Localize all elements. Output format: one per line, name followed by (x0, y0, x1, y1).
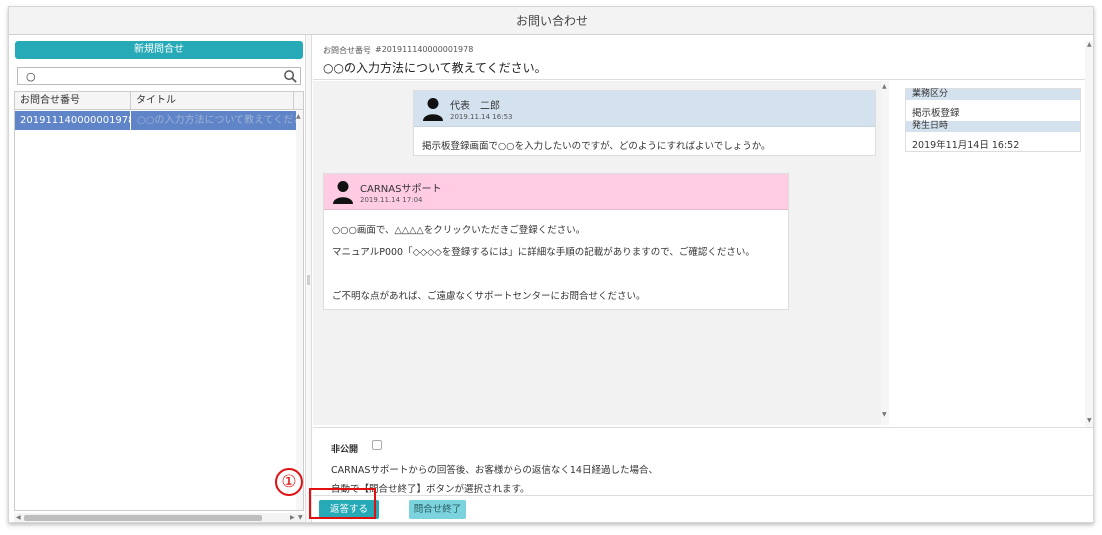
scroll-down-icon[interactable]: ▼ (882, 411, 887, 418)
message-header: CARNASサポート 2019.11.14 17:04 (324, 174, 788, 210)
message-sender: CARNASサポート (360, 184, 442, 195)
scrollbar-thumb[interactable] (24, 515, 262, 521)
scroll-left-icon[interactable]: ◀ (16, 513, 21, 522)
scroll-right-icon[interactable]: ▶ (290, 513, 295, 522)
end-inquiry-button[interactable]: 問合せ終了 (409, 500, 466, 519)
message-header: 代表 二郎 2019.11.14 16:53 (414, 91, 875, 127)
window-title: お問い合わせ (9, 7, 1093, 35)
inquiry-list-pane: 新規問合せ ○ お問合せ番号 タイトル 201911140000001978 ○… (9, 35, 306, 522)
splitter-grip[interactable] (307, 275, 310, 285)
private-label: 非公開 (331, 445, 359, 455)
private-checkbox[interactable] (372, 440, 382, 450)
message-body-line: ○○○画面で、△△△△をクリックいただきご登録ください。 (332, 225, 586, 236)
inquiry-grid: お問合せ番号 タイトル 201911140000001978 ○○の入力方法につ… (14, 91, 304, 511)
date-label: 発生日時 (906, 121, 1080, 132)
grid-horizontal-scrollbar[interactable]: ◀ ▶ ▼ (14, 513, 304, 522)
scroll-up-icon[interactable]: ▲ (1087, 41, 1092, 48)
thread-scrollbar[interactable]: ▲ ▼ (881, 81, 889, 425)
new-inquiry-button[interactable]: 新規問合せ (15, 41, 303, 59)
column-header-number[interactable]: お問合せ番号 (15, 92, 131, 110)
annotation-highlight-box (309, 488, 376, 519)
row-number-cell: 201911140000001978 (15, 111, 131, 130)
annotation-marker: ① (275, 468, 303, 496)
message-timestamp: 2019.11.14 17:04 (360, 196, 423, 204)
message-body-line: 掲示板登録画面で○○を入力したいのですが、どのようにすればよいでしょうか。 (422, 141, 771, 152)
auto-close-note: CARNASサポートからの回答後、お客様からの返信なく14日経過した場合、 (331, 465, 658, 476)
scroll-down-icon[interactable]: ▼ (1087, 417, 1092, 424)
inquiry-number: #201911140000001978 (375, 45, 474, 54)
user-avatar-icon (333, 181, 353, 204)
search-input-value: ○ (26, 70, 36, 83)
search-icon[interactable] (283, 69, 298, 84)
message-support: CARNASサポート 2019.11.14 17:04 ○○○画面で、△△△△を… (323, 173, 789, 310)
scroll-up-icon[interactable]: ▲ (296, 113, 301, 120)
message-sender: 代表 二郎 (450, 101, 500, 112)
message-timestamp: 2019.11.14 16:53 (450, 113, 513, 121)
table-row[interactable]: 201911140000001978 ○○の入力方法について教えてください。 (15, 111, 296, 130)
user-avatar-icon (423, 98, 443, 121)
scroll-up-icon[interactable]: ▲ (882, 83, 887, 90)
column-header-title[interactable]: タイトル (131, 92, 294, 110)
grid-vertical-scrollbar[interactable]: ▲ (296, 111, 303, 510)
date-value: 2019年11月14日 16:52 (912, 140, 1020, 151)
message-user: 代表 二郎 2019.11.14 16:53 掲示板登録画面で○○を入力したいの… (413, 90, 876, 156)
divider (313, 79, 1085, 80)
search-input[interactable]: ○ (17, 67, 301, 85)
pane-splitter[interactable] (306, 35, 312, 522)
inquiry-detail-pane: お問合せ番号 #201911140000001978 ○○の入力方法について教え… (313, 35, 1093, 522)
message-body-line: ご不明な点があれば、ご遠慮なくサポートセンターにお問合せください。 (332, 291, 646, 302)
category-label: 業務区分 (906, 89, 1080, 100)
message-thread: 代表 二郎 2019.11.14 16:53 掲示板登録画面で○○を入力したいの… (313, 81, 881, 425)
scroll-down-icon[interactable]: ▼ (298, 513, 303, 522)
message-body-line: マニュアルP000「◇◇◇◇を登録するには」に詳細な手順の記載がありますので、ご… (332, 247, 755, 258)
category-value: 掲示板登録 (912, 108, 960, 119)
divider (313, 427, 1093, 428)
info-panel: 業務区分 掲示板登録 発生日時 2019年11月14日 16:52 (905, 88, 1081, 152)
inquiry-number-label: お問合せ番号 (323, 46, 371, 55)
inquiry-window: お問い合わせ 新規問合せ ○ お問合せ番号 タイトル 2019111400000… (8, 6, 1094, 523)
row-title-cell: ○○の入力方法について教えてください。 (137, 115, 296, 126)
divider (313, 495, 1093, 496)
inquiry-title: ○○の入力方法について教えてください。 (323, 61, 547, 75)
grid-header: お問合せ番号 タイトル (15, 92, 303, 110)
detail-scrollbar[interactable]: ▲ ▼ (1085, 41, 1093, 427)
